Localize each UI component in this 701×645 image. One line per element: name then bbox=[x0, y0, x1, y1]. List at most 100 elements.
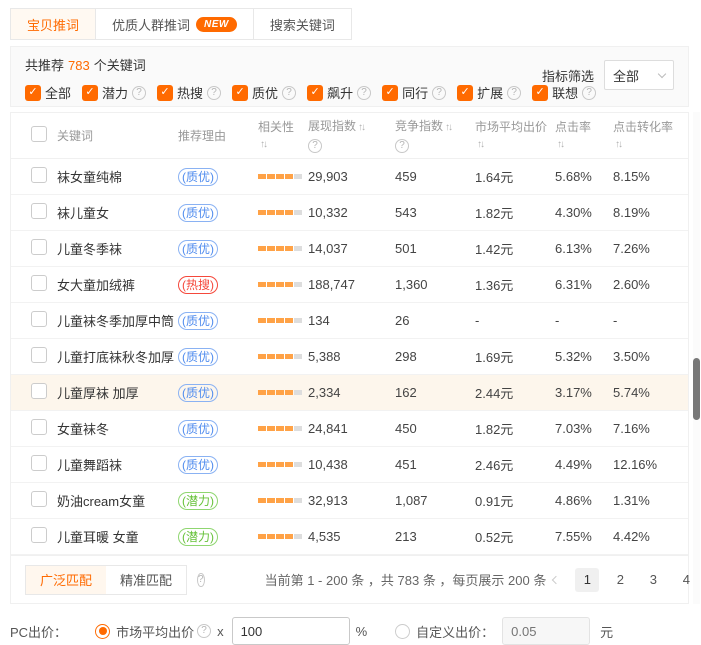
table-row[interactable]: 袜儿童女 (质优) 10,332 543 1.82元 4.30% 8.19% bbox=[11, 195, 688, 231]
competition-value: 162 bbox=[395, 385, 475, 400]
relevance-bars bbox=[258, 426, 308, 431]
filter-checkbox-item[interactable]: ✓潜力? bbox=[82, 83, 146, 102]
row-checkbox[interactable] bbox=[31, 203, 47, 219]
cvr-value: - bbox=[613, 313, 688, 328]
table-row[interactable]: 儿童打底袜秋冬加厚 (质优) 5,388 298 1.69元 5.32% 3.5… bbox=[11, 339, 688, 375]
sort-icon[interactable]: ↑↓ bbox=[445, 122, 451, 133]
tab-bar: 宝贝推词 优质人群推词 NEW 搜索关键词 bbox=[10, 8, 352, 40]
row-checkbox[interactable] bbox=[31, 455, 47, 471]
competition-value: 298 bbox=[395, 349, 475, 364]
checkbox-icon[interactable]: ✓ bbox=[232, 85, 248, 101]
row-checkbox[interactable] bbox=[31, 419, 47, 435]
row-checkbox[interactable] bbox=[31, 383, 47, 399]
table-row[interactable]: 儿童袜冬季加厚中筒 (质优) 134 26 - - - bbox=[11, 303, 688, 339]
help-icon[interactable]: ? bbox=[197, 573, 205, 587]
sort-icon[interactable]: ↑↓ bbox=[557, 139, 563, 150]
tab-label: 优质人群推词 bbox=[112, 15, 190, 34]
scrollbar-thumb[interactable] bbox=[693, 358, 700, 420]
help-icon[interactable]: ? bbox=[308, 139, 322, 153]
reason-badge: (质优) bbox=[178, 312, 218, 330]
checkbox-icon[interactable]: ✓ bbox=[82, 85, 98, 101]
table-row[interactable]: 袜女童纯棉 (质优) 29,903 459 1.64元 5.68% 8.15% bbox=[11, 159, 688, 195]
filter-checkbox-item[interactable]: ✓全部 bbox=[25, 83, 71, 102]
col-relevance[interactable]: 相关性 ↑↓ bbox=[258, 119, 308, 153]
page-button[interactable]: 2 bbox=[608, 568, 632, 592]
cvr-value: 1.31% bbox=[613, 493, 688, 508]
sort-icon[interactable]: ↑↓ bbox=[260, 139, 266, 150]
exact-match-button[interactable]: 精准匹配 bbox=[106, 566, 186, 594]
checkbox-icon[interactable]: ✓ bbox=[382, 85, 398, 101]
keyword-text: 袜儿童女 bbox=[57, 203, 178, 222]
market-bid-radio[interactable] bbox=[95, 624, 110, 639]
relevance-bars bbox=[258, 354, 308, 359]
table-row[interactable]: 儿童耳暖 女童 (潜力) 4,535 213 0.52元 7.55% 4.42% bbox=[11, 519, 688, 555]
impressions-value: 29,903 bbox=[308, 169, 395, 184]
help-icon[interactable]: ? bbox=[432, 86, 446, 100]
metric-filter: 指标筛选 全部 bbox=[542, 60, 674, 90]
checkbox-icon[interactable]: ✓ bbox=[307, 85, 323, 101]
filter-checkbox-item[interactable]: ✓热搜? bbox=[157, 83, 221, 102]
tab-crowd-recommend[interactable]: 优质人群推词 NEW bbox=[96, 9, 254, 39]
broad-match-button[interactable]: 广泛匹配 bbox=[26, 566, 106, 594]
prev-page-icon[interactable] bbox=[546, 568, 566, 592]
help-icon[interactable]: ? bbox=[395, 139, 409, 153]
row-checkbox[interactable] bbox=[31, 491, 47, 507]
sort-icon[interactable]: ↑↓ bbox=[615, 139, 621, 150]
avg-bid-value: 0.91元 bbox=[475, 491, 555, 510]
tab-item-recommend[interactable]: 宝贝推词 bbox=[11, 9, 96, 39]
relevance-bars bbox=[258, 498, 308, 503]
page-button[interactable]: 3 bbox=[641, 568, 665, 592]
reason-badge: (潜力) bbox=[178, 528, 218, 546]
metric-filter-select[interactable]: 全部 bbox=[604, 60, 674, 90]
help-icon[interactable]: ? bbox=[507, 86, 521, 100]
row-checkbox[interactable] bbox=[31, 527, 47, 543]
col-competition[interactable]: 竞争指数↑↓ ? bbox=[395, 118, 475, 153]
checkbox-icon[interactable]: ✓ bbox=[157, 85, 173, 101]
cvr-value: 4.42% bbox=[613, 529, 688, 544]
row-checkbox[interactable] bbox=[31, 347, 47, 363]
table-row[interactable]: 儿童厚袜 加厚 (质优) 2,334 162 2.44元 3.17% 5.74% bbox=[11, 375, 688, 411]
row-checkbox[interactable] bbox=[31, 275, 47, 291]
help-icon[interactable]: ? bbox=[282, 86, 296, 100]
custom-bid-option-label: 自定义出价： bbox=[416, 622, 494, 641]
help-icon[interactable]: ? bbox=[207, 86, 221, 100]
avg-bid-value: 1.36元 bbox=[475, 275, 555, 294]
help-icon[interactable]: ? bbox=[357, 86, 371, 100]
col-cvr[interactable]: 点击转化率 ↑↓ bbox=[613, 119, 688, 153]
filter-checkbox-item[interactable]: ✓质优? bbox=[232, 83, 296, 102]
select-all-checkbox[interactable] bbox=[31, 126, 47, 142]
row-checkbox[interactable] bbox=[31, 239, 47, 255]
col-impressions[interactable]: 展现指数↑↓ ? bbox=[308, 118, 395, 153]
table-row[interactable]: 女童袜冬 (质优) 24,841 450 1.82元 7.03% 7.16% bbox=[11, 411, 688, 447]
filter-checkbox-item[interactable]: ✓飙升? bbox=[307, 83, 371, 102]
page-button[interactable]: 1 bbox=[575, 568, 599, 592]
custom-bid-input[interactable] bbox=[502, 617, 590, 645]
row-checkbox[interactable] bbox=[31, 311, 47, 327]
filter-checkbox-item[interactable]: ✓扩展? bbox=[457, 83, 521, 102]
checkbox-icon[interactable]: ✓ bbox=[25, 85, 41, 101]
sort-icon[interactable]: ↑↓ bbox=[477, 139, 483, 150]
row-checkbox[interactable] bbox=[31, 167, 47, 183]
filter-checkbox-item[interactable]: ✓同行? bbox=[382, 83, 446, 102]
table-row[interactable]: 奶油cream女童 (潜力) 32,913 1,087 0.91元 4.86% … bbox=[11, 483, 688, 519]
relevance-bars bbox=[258, 246, 308, 251]
cvr-value: 3.50% bbox=[613, 349, 688, 364]
sort-icon[interactable]: ↑↓ bbox=[358, 122, 364, 133]
table-row[interactable]: 儿童舞蹈袜 (质优) 10,438 451 2.46元 4.49% 12.16% bbox=[11, 447, 688, 483]
market-bid-percent-input[interactable] bbox=[232, 617, 350, 645]
impressions-value: 188,747 bbox=[308, 277, 395, 292]
competition-value: 450 bbox=[395, 421, 475, 436]
table-row[interactable]: 女大童加绒裤 (热搜) 188,747 1,360 1.36元 6.31% 2.… bbox=[11, 267, 688, 303]
custom-bid-radio[interactable] bbox=[395, 624, 410, 639]
tab-search-keyword[interactable]: 搜索关键词 bbox=[254, 9, 351, 39]
new-badge: NEW bbox=[196, 17, 237, 32]
col-avg-bid[interactable]: 市场平均出价 ↑↓ bbox=[475, 119, 555, 153]
avg-bid-value: 2.46元 bbox=[475, 455, 555, 474]
table-row[interactable]: 儿童冬季袜 (质优) 14,037 501 1.42元 6.13% 7.26% bbox=[11, 231, 688, 267]
checkbox-icon[interactable]: ✓ bbox=[457, 85, 473, 101]
keyword-text: 袜女童纯棉 bbox=[57, 167, 178, 186]
summary-suffix: 个关键词 bbox=[94, 58, 146, 73]
help-icon[interactable]: ? bbox=[132, 86, 146, 100]
help-icon[interactable]: ? bbox=[197, 624, 211, 638]
col-ctr[interactable]: 点击率 ↑↓ bbox=[555, 119, 613, 153]
